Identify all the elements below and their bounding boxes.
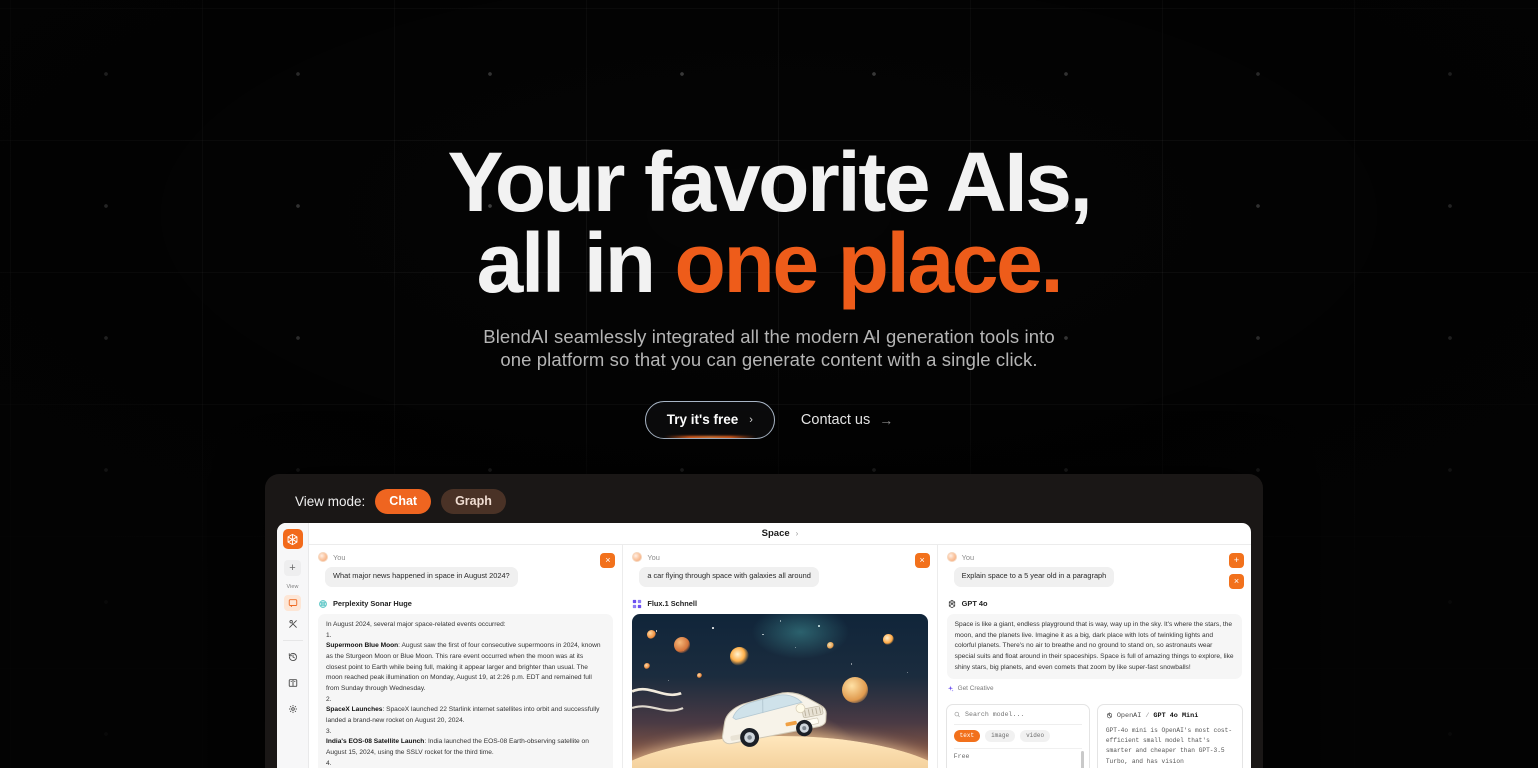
model-description: GPT-4o mini is OpenAI's most cost-effici…	[1105, 726, 1233, 768]
answer-item-body: : August saw the first of four consecuti…	[326, 642, 601, 692]
chevron-right-icon[interactable]: ›	[796, 529, 799, 538]
close-column-button[interactable]: ×	[914, 553, 930, 568]
blendai-logo-icon[interactable]	[282, 529, 303, 549]
view-mode-graph-button[interactable]: Graph	[441, 489, 506, 514]
model-detail-name: GPT 4o Mini	[1153, 711, 1199, 720]
answer-item-title: India's EOS-08 Satellite Launch	[326, 738, 425, 746]
scrollbar-thumb[interactable]	[1081, 750, 1084, 768]
page-title: Your favorite AIs, all in one place.	[0, 140, 1538, 305]
view-mode-label: View mode:	[295, 494, 366, 509]
search-row[interactable]	[953, 710, 1082, 725]
car-illustration	[721, 692, 827, 747]
answer-item-num: 1.	[326, 631, 332, 639]
add-space-button[interactable]: +	[284, 560, 301, 576]
user-name: You	[647, 552, 660, 562]
model-detail-header: OpenAI / GPT 4o Mini	[1106, 712, 1234, 720]
app-sidebar: + View	[277, 523, 309, 768]
app-preview-window: View mode: Chat Graph + View Space › × Y…	[265, 474, 1263, 768]
sidebar-item-tools[interactable]	[284, 616, 301, 632]
user-prompt-bubble: Explain space to a 5 year old in a parag…	[953, 567, 1115, 587]
user-row: You	[946, 552, 1242, 562]
space-title: Space	[761, 528, 790, 539]
user-row: You	[632, 552, 927, 562]
arrow-right-icon: →	[879, 412, 894, 428]
search-icon	[954, 711, 960, 717]
model-category-free: Free	[953, 747, 1084, 768]
user-prompt-bubble: What major news happened in space in Aug…	[325, 567, 518, 587]
assistant-answer: In August 2024, several major space-rela…	[318, 613, 614, 768]
view-mode-chat-button[interactable]: Chat	[375, 489, 432, 514]
model-category-label: Free	[953, 752, 970, 760]
model-name: Flux.1 Schnell	[647, 599, 698, 609]
sidebar-divider	[282, 640, 303, 641]
close-column-button[interactable]: ×	[600, 553, 616, 568]
chat-columns: × You What major news happened in space …	[309, 545, 1251, 768]
avatar	[946, 552, 957, 562]
sidebar-item-history[interactable]	[284, 649, 301, 665]
try-it-free-label: Try it's free	[666, 412, 739, 427]
chat-column-gpt4o: + × You Explain space to a 5 year old in…	[938, 545, 1251, 768]
flux-icon	[633, 599, 642, 609]
contact-us-label: Contact us	[800, 412, 871, 428]
hero-subtitle-line-2: one platform so that you can generate co…	[500, 348, 1038, 370]
app-main: Space › × You What major news happened i…	[309, 523, 1251, 768]
contact-us-link[interactable]: Contact us →	[801, 412, 893, 428]
sidebar-item-library[interactable]	[284, 675, 301, 691]
chat-column-perplexity: × You What major news happened in space …	[309, 545, 624, 768]
perplexity-icon	[319, 600, 327, 608]
user-name: You	[961, 552, 975, 562]
user-prompt-bubble: a car flying through space with galaxies…	[639, 567, 819, 587]
filter-image[interactable]: image	[985, 729, 1016, 742]
hero-title-line-2-accent: one place.	[674, 216, 1064, 310]
user-row: You	[318, 552, 613, 562]
app-topbar: Space ›	[309, 523, 1251, 545]
model-separator: /	[1145, 711, 1150, 720]
model-detail-panel: OpenAI / GPT 4o Mini GPT-4o mini is Open…	[1096, 703, 1243, 768]
search-input[interactable]	[965, 710, 1082, 718]
model-name: Perplexity Sonar Huge	[333, 599, 412, 609]
model-picker: text image video Free	[945, 703, 1243, 768]
answer-item-title: Supermoon Blue Moon	[326, 642, 399, 650]
answer-item-title: SpaceX Launches	[326, 706, 383, 714]
model-row: GPT 4o	[947, 599, 1242, 609]
answer-intro: In August 2024, several major space-rela…	[326, 620, 506, 628]
app-window: + View Space › × You What major news hap…	[277, 523, 1251, 768]
get-creative-label: Get Creative	[957, 685, 994, 693]
hero-subtitle: BlendAI seamlessly integrated all the mo…	[0, 326, 1538, 371]
model-vendor: OpenAI	[1116, 711, 1142, 720]
sidebar-item-chat[interactable]	[284, 595, 301, 611]
avatar	[632, 552, 643, 562]
close-column-button[interactable]: ×	[1228, 574, 1244, 589]
hero-subtitle-line-1: BlendAI seamlessly integrated all the mo…	[483, 326, 1055, 347]
hero-section: Your favorite AIs, all in one place. Ble…	[0, 0, 1538, 439]
model-picker-list: text image video Free	[945, 703, 1090, 768]
cta-row: Try it's free › Contact us →	[0, 401, 1538, 439]
sidebar-view-label: View	[286, 584, 299, 590]
sparkle-icon	[947, 685, 954, 692]
model-row: Flux.1 Schnell	[632, 599, 927, 609]
avatar	[318, 552, 328, 562]
chevron-right-icon: ›	[749, 413, 753, 426]
get-creative-button[interactable]: Get Creative	[947, 685, 1242, 692]
model-row: Perplexity Sonar Huge	[318, 599, 613, 609]
try-it-free-button[interactable]: Try it's free ›	[644, 401, 775, 439]
generated-image[interactable]	[632, 613, 928, 768]
assistant-answer: Space is like a giant, endless playgroun…	[946, 613, 1242, 680]
answer-item-num: 2.	[326, 695, 332, 703]
answer-item-num: 3.	[326, 727, 332, 735]
answer-item-num: 4.	[326, 759, 332, 767]
user-name: You	[333, 552, 346, 562]
model-type-filters: text image video	[953, 725, 1082, 748]
openai-icon	[1107, 712, 1112, 719]
add-model-button[interactable]: +	[1228, 553, 1244, 568]
hero-title-line-2-plain: all in	[476, 216, 675, 310]
filter-text[interactable]: text	[953, 729, 981, 742]
filter-video[interactable]: video	[1020, 729, 1051, 742]
chat-column-flux: × You a car flying through space with ga…	[623, 545, 938, 768]
openai-icon	[948, 599, 955, 608]
model-name: GPT 4o	[961, 599, 988, 609]
hero-title-line-1: Your favorite AIs,	[447, 135, 1093, 229]
sidebar-item-settings[interactable]	[284, 701, 301, 717]
view-mode-toolbar: View mode: Chat Graph	[277, 484, 1251, 523]
